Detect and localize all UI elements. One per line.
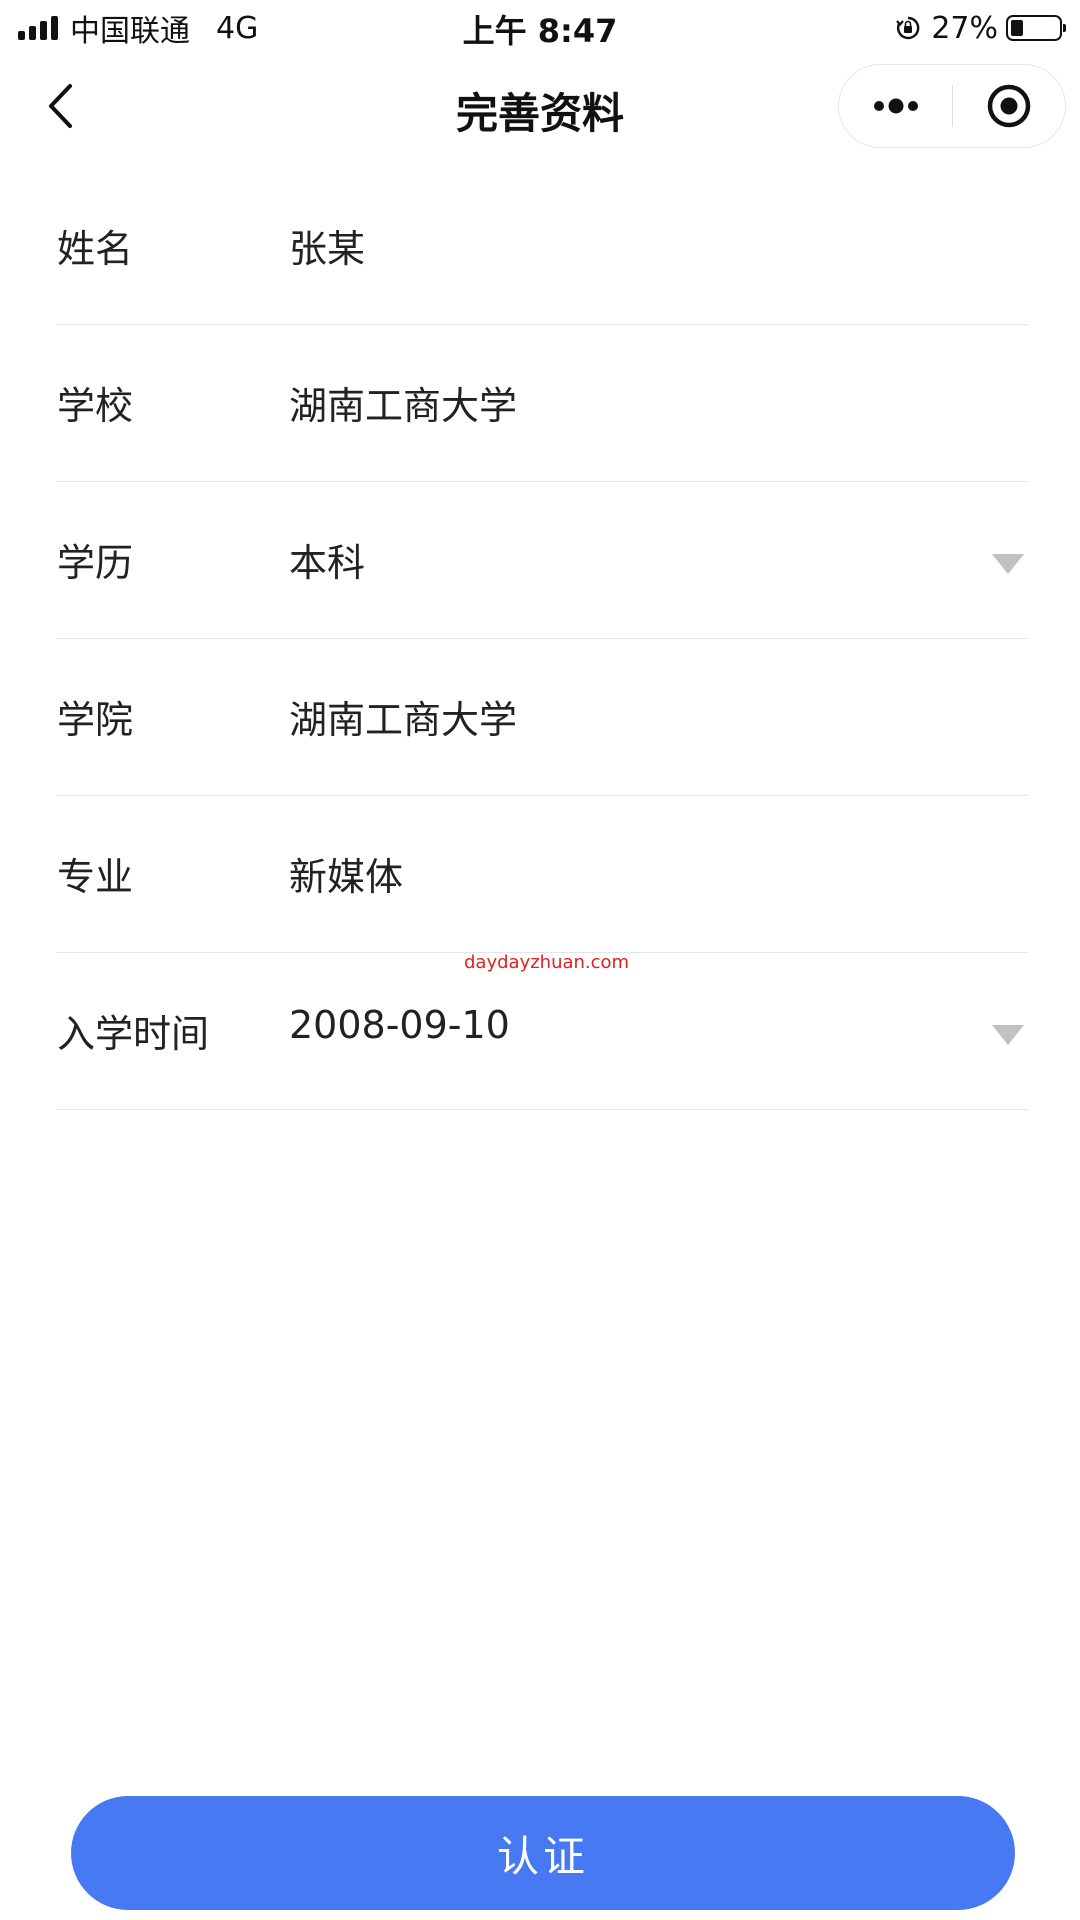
form-row-enrollment-date[interactable]: 入学时间 2008-09-10 bbox=[57, 953, 1028, 1110]
more-dots-icon bbox=[873, 98, 918, 114]
status-bar-right: 27% bbox=[895, 8, 1066, 48]
battery-level bbox=[1011, 20, 1023, 36]
school-input[interactable]: 湖南工商大学 bbox=[289, 375, 517, 430]
school-label: 学校 bbox=[57, 384, 134, 428]
watermark-text: daydayzhuan.com bbox=[464, 952, 630, 973]
form-row-school[interactable]: 学校 湖南工商大学 bbox=[57, 325, 1028, 482]
enrollment-date-picker[interactable]: 2008-09-10 bbox=[289, 1003, 510, 1047]
education-select[interactable]: 本科 bbox=[289, 532, 365, 587]
major-input[interactable]: 新媒体 bbox=[289, 846, 403, 901]
dropdown-arrow-icon[interactable] bbox=[990, 552, 1026, 576]
close-button[interactable] bbox=[953, 65, 1065, 147]
orientation-lock-icon bbox=[896, 16, 920, 40]
form-row-name[interactable]: 姓名 张某 bbox=[57, 168, 1028, 325]
form-row-college[interactable]: 学院 湖南工商大学 bbox=[57, 639, 1028, 796]
college-input[interactable]: 湖南工商大学 bbox=[289, 689, 517, 744]
enrollment-date-label: 入学时间 bbox=[57, 1012, 210, 1056]
dropdown-arrow-icon[interactable] bbox=[990, 1023, 1026, 1047]
status-bar: 中国联通 4G 上午 8:47 27% bbox=[0, 0, 1080, 56]
nav-bar: 完善资料 bbox=[0, 56, 1080, 156]
mini-program-capsule bbox=[838, 64, 1066, 148]
verify-button[interactable]: 认证 bbox=[71, 1796, 1015, 1910]
more-button[interactable] bbox=[839, 65, 952, 147]
form-row-major[interactable]: 专业 新媒体 bbox=[57, 796, 1028, 953]
target-circle-icon bbox=[987, 84, 1031, 128]
name-label: 姓名 bbox=[57, 227, 134, 271]
education-label: 学历 bbox=[57, 541, 134, 585]
battery-icon bbox=[1006, 15, 1066, 41]
major-label: 专业 bbox=[57, 855, 134, 899]
battery-percent: 27% bbox=[931, 10, 998, 46]
form-row-education[interactable]: 学历 本科 bbox=[57, 482, 1028, 639]
college-label: 学院 bbox=[57, 698, 134, 742]
name-input[interactable]: 张某 bbox=[289, 218, 365, 273]
